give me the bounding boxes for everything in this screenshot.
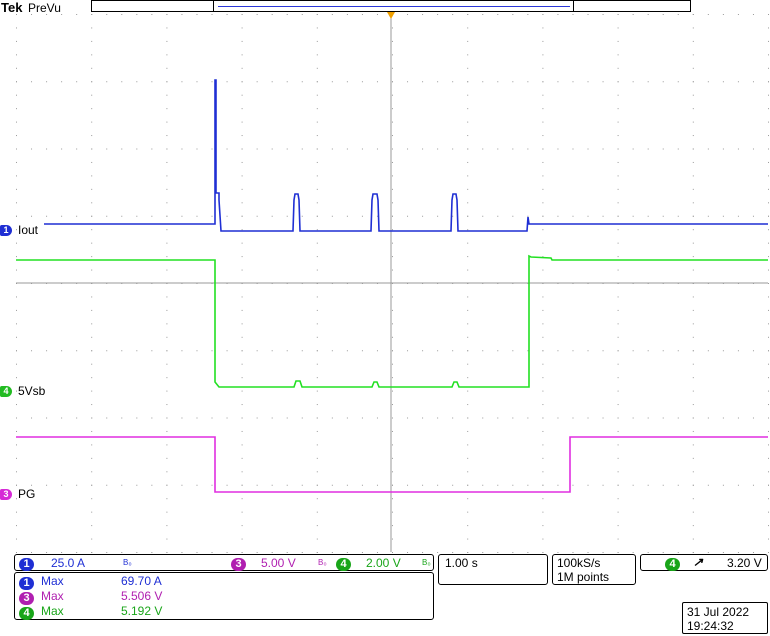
ch3-label: PG (18, 487, 36, 501)
ch3-badge: 3 (231, 558, 246, 571)
meas1-name: Max (41, 574, 64, 588)
trigger-source-badge: 4 (665, 558, 680, 571)
ch4-badge: 4 (336, 558, 351, 571)
meas3-name: Max (41, 604, 64, 618)
ch1-label: Iout (18, 223, 39, 237)
timebase-scale: 1.00 s (445, 556, 478, 570)
trigger-level: 3.20 V (727, 556, 762, 570)
meas1-value: 69.70 A (121, 574, 162, 588)
ch4-bw-icon: B₀ (422, 558, 431, 567)
ch4-label: 5Vsb (18, 384, 46, 398)
trace-ch1-iout (44, 79, 768, 232)
sample-rate: 100kS/s (557, 556, 601, 570)
meas2-badge: 3 (19, 592, 34, 605)
datetime-readout: 31 Jul 2022 19:24:32 (682, 602, 768, 634)
meas2-value: 5.506 V (121, 589, 163, 603)
graticule (16, 12, 769, 553)
meas3-badge: 4 (19, 607, 34, 620)
ch3-marker[interactable]: 3 (0, 489, 12, 500)
trigger-readout[interactable]: 4 ↗ 3.20 V (640, 554, 768, 571)
acquisition-readout[interactable]: 100kS/s 1M points (552, 554, 636, 585)
timebase-readout[interactable]: 1.00 s (438, 554, 548, 585)
meas2-name: Max (41, 589, 64, 603)
rising-edge-icon: ↗ (693, 555, 704, 569)
ch1-scale: 25.0 A (51, 556, 86, 570)
time-text: 19:24:32 (687, 619, 734, 633)
ch1-marker[interactable]: 1 (0, 225, 12, 236)
ch4-marker[interactable]: 4 (0, 386, 12, 397)
measurements-panel[interactable]: 1 Max 69.70 A 3 Max 5.506 V 4 Max 5.192 … (14, 572, 434, 620)
record-length: 1M points (557, 570, 610, 584)
meas3-value: 5.192 V (121, 604, 163, 618)
ch3-bw-icon: B₀ (318, 558, 327, 567)
vertical-scale-readout[interactable]: 1 25.0 A B₀ 3 5.00 V B₀ 4 2.00 V B₀ (14, 554, 434, 571)
ch1-badge: 1 (19, 558, 34, 571)
trigger-position-marker (387, 12, 395, 19)
ch1-bw-icon: B₀ (123, 558, 132, 567)
trace-ch4-5vsb (16, 254, 768, 388)
ch3-scale: 5.00 V (261, 556, 296, 570)
ch4-scale: 2.00 V (366, 556, 401, 570)
meas1-badge: 1 (19, 577, 34, 590)
date-text: 31 Jul 2022 (687, 605, 750, 619)
